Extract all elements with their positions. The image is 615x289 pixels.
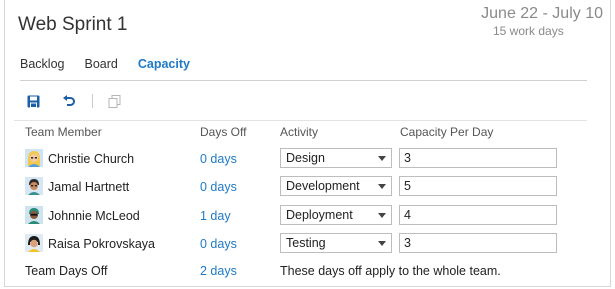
copy-icon	[108, 94, 120, 108]
copy-button[interactable]	[105, 92, 123, 110]
divider	[14, 120, 587, 121]
activity-select[interactable]: Development	[280, 176, 392, 196]
chevron-down-icon	[378, 241, 386, 246]
activity-select[interactable]: Design	[280, 148, 392, 168]
member-name: Johnnie McLeod	[48, 209, 140, 223]
column-header-member: Team Member	[25, 125, 102, 139]
member-name: Jamal Hartnett	[48, 180, 130, 194]
column-header-days-off: Days Off	[200, 125, 247, 139]
activity-value: Design	[286, 151, 325, 165]
capacity-input[interactable]: 3	[399, 233, 557, 253]
activity-select[interactable]: Deployment	[280, 205, 392, 225]
tab-backlog[interactable]: Backlog	[20, 57, 64, 71]
undo-button[interactable]	[60, 92, 78, 110]
table-row: Christie Church 0 days Design 3	[0, 147, 607, 175]
team-days-off-link[interactable]: 2 days	[200, 264, 237, 278]
member-name: Christie Church	[48, 152, 135, 166]
activity-value: Deployment	[286, 208, 353, 222]
table-row: Johnnie McLeod 1 day Deployment 4	[0, 204, 607, 232]
chevron-down-icon	[378, 156, 386, 161]
capacity-input[interactable]: 4	[399, 205, 557, 225]
undo-icon	[63, 95, 75, 106]
table-row: Raisa Pokrovskaya 0 days Testing 3	[0, 232, 607, 260]
days-off-link[interactable]: 0 days	[200, 237, 237, 251]
activity-select[interactable]: Testing	[280, 233, 392, 253]
tab-bar: Backlog Board Capacity	[20, 57, 210, 71]
save-button[interactable]	[24, 92, 42, 110]
table-row: Jamal Hartnett 0 days Development 5	[0, 175, 607, 203]
work-days: 15 work days	[493, 24, 564, 38]
save-icon	[27, 95, 39, 108]
sprint-dates: June 22 - July 10	[481, 5, 603, 22]
avatar-icon	[25, 149, 43, 167]
capacity-input[interactable]: 3	[399, 148, 557, 168]
team-days-off-row: Team Days Off 2 days These days off appl…	[0, 264, 607, 282]
toolbar-separator	[92, 94, 93, 108]
capacity-input[interactable]: 5	[399, 176, 557, 196]
avatar-icon	[25, 177, 43, 195]
activity-value: Testing	[286, 236, 326, 250]
divider	[20, 80, 587, 81]
days-off-link[interactable]: 1 day	[200, 209, 231, 223]
team-days-off-note: These days off apply to the whole team.	[280, 264, 501, 278]
toolbar	[24, 92, 123, 110]
chevron-down-icon	[378, 184, 386, 189]
member-name: Raisa Pokrovskaya	[48, 237, 155, 251]
days-off-link[interactable]: 0 days	[200, 180, 237, 194]
tab-capacity[interactable]: Capacity	[138, 57, 190, 71]
column-header-capacity: Capacity Per Day	[400, 125, 494, 139]
chevron-down-icon	[378, 213, 386, 218]
days-off-link[interactable]: 0 days	[200, 152, 237, 166]
team-days-off-label: Team Days Off	[25, 264, 108, 278]
tab-board[interactable]: Board	[84, 57, 117, 71]
column-header-activity: Activity	[280, 125, 319, 139]
avatar-icon	[25, 206, 43, 224]
avatar-icon	[25, 234, 43, 252]
page-title: Web Sprint 1	[18, 14, 128, 35]
activity-value: Development	[286, 179, 360, 193]
